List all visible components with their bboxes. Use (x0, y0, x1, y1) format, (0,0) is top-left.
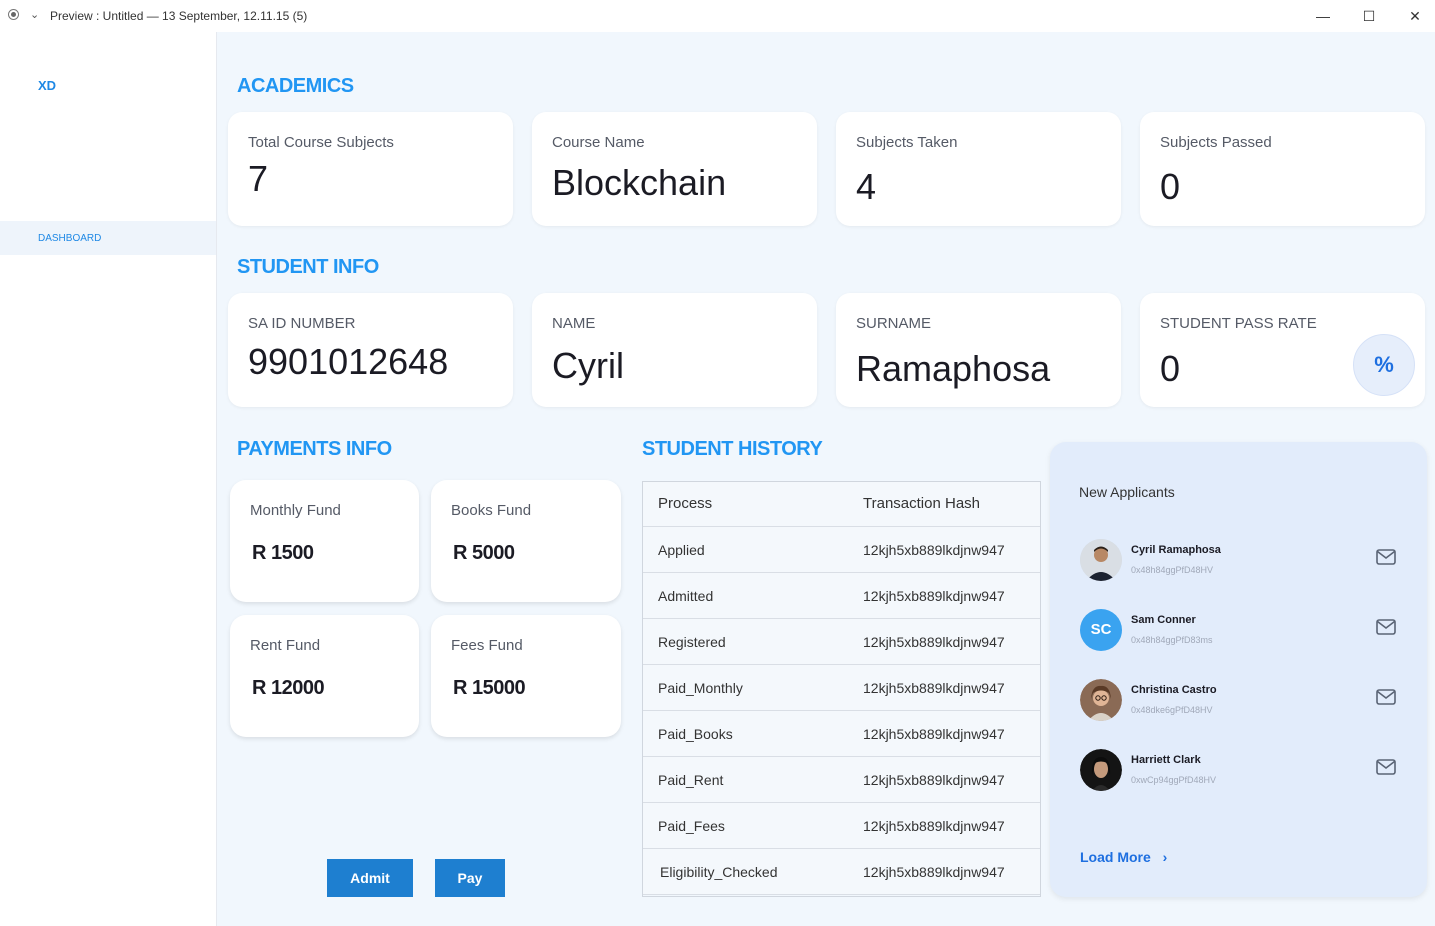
mail-icon[interactable] (1376, 689, 1396, 705)
total-subjects-card: Total Course Subjects 7 (228, 112, 513, 226)
pay-button[interactable]: Pay (435, 859, 505, 897)
sidebar-item-label: DASHBOARD (38, 233, 102, 244)
mail-icon[interactable] (1376, 759, 1396, 775)
monthly-fund-card: Monthly Fund R 1500 (230, 480, 419, 602)
logo[interactable]: XD (38, 78, 56, 93)
chevron-down-icon[interactable]: ⌄ (30, 8, 39, 21)
id-number-card: SA ID NUMBER 9901012648 (228, 293, 513, 407)
card-label: Subjects Taken (856, 134, 958, 151)
fees-fund-card: Fees Fund R 15000 (431, 615, 621, 737)
app-icon[interactable] (8, 9, 19, 20)
academics-title: ACADEMICS (237, 75, 354, 97)
history-title: STUDENT HISTORY (642, 438, 823, 460)
close-button[interactable]: ✕ (1404, 6, 1426, 26)
card-label: NAME (552, 315, 596, 332)
applicant-item[interactable]: Cyril Ramaphosa 0x48h84ggPfD48HV (1080, 539, 1400, 583)
applicant-hash: 0x48h84ggPfD83ms (1131, 635, 1213, 645)
history-table-border (642, 481, 1041, 897)
applicant-name: Christina Castro (1131, 684, 1217, 696)
sidebar: XD DASHBOARD (0, 32, 217, 926)
applicant-hash: 0xwCp94ggPfD48HV (1131, 775, 1217, 785)
mail-icon[interactable] (1376, 549, 1396, 565)
applicant-hash: 0x48dke6gPfD48HV (1131, 705, 1213, 715)
applicant-hash: 0x48h84ggPfD48HV (1131, 565, 1214, 575)
card-label: SURNAME (856, 315, 932, 332)
subjects-taken-card: Subjects Taken 4 (836, 112, 1121, 226)
course-name-card: Course Name Blockchain (532, 112, 817, 226)
card-value: R 1500 (252, 542, 314, 564)
window-titlebar: ⌄ Preview : Untitled — 13 September, 12.… (0, 0, 1435, 32)
applicant-name: Sam Conner (1131, 614, 1196, 626)
avatar (1080, 749, 1122, 791)
card-value: 4 (856, 166, 877, 207)
card-label: Monthly Fund (250, 502, 341, 519)
card-value: 9901012648 (248, 341, 449, 382)
name-card: NAME Cyril (532, 293, 817, 407)
payments-title: PAYMENTS INFO (237, 438, 392, 460)
card-label: Books Fund (451, 502, 532, 519)
mail-icon[interactable] (1376, 619, 1396, 635)
avatar-initials: SC (1080, 609, 1122, 651)
student-info-title: STUDENT INFO (237, 256, 379, 278)
applicants-title: New Applicants (1079, 484, 1175, 500)
card-value: Blockchain (552, 162, 727, 203)
card-value: Cyril (552, 345, 624, 386)
books-fund-card: Books Fund R 5000 (431, 480, 621, 602)
card-label: STUDENT PASS RATE (1160, 315, 1317, 332)
applicant-name: Harriett Clark (1131, 754, 1201, 766)
applicant-item[interactable]: Harriett Clark 0xwCp94ggPfD48HV (1080, 749, 1400, 793)
card-label: SA ID NUMBER (248, 315, 356, 332)
card-value: 7 (248, 158, 269, 199)
load-more-link[interactable]: Load More › (1080, 849, 1167, 865)
main-content: ACADEMICS Total Course Subjects 7 Course… (217, 32, 1435, 926)
maximize-button[interactable]: ☐ (1358, 6, 1380, 26)
card-value: Ramaphosa (856, 348, 1051, 389)
load-more-label: Load More (1080, 849, 1151, 865)
new-applicants-panel: New Applicants Cyril Ramaphosa 0x48h84gg… (1050, 442, 1427, 897)
card-label: Course Name (552, 134, 645, 151)
applicant-item[interactable]: SC Sam Conner 0x48h84ggPfD83ms (1080, 609, 1400, 653)
admit-button[interactable]: Admit (327, 859, 413, 897)
avatar (1080, 679, 1122, 721)
card-label: Subjects Passed (1160, 134, 1272, 151)
card-value: R 5000 (453, 542, 515, 564)
card-value: R 15000 (453, 677, 526, 699)
avatar (1080, 539, 1122, 581)
minimize-button[interactable]: — (1312, 6, 1334, 26)
card-value: 0 (1160, 166, 1181, 207)
card-label: Rent Fund (250, 637, 321, 654)
chevron-right-icon: › (1162, 849, 1168, 865)
applicant-name: Cyril Ramaphosa (1131, 544, 1221, 556)
subjects-passed-card: Subjects Passed 0 (1140, 112, 1425, 226)
card-label: Fees Fund (451, 637, 523, 654)
surname-card: SURNAME Ramaphosa (836, 293, 1121, 407)
percent-icon: % (1353, 334, 1415, 396)
card-value: R 12000 (252, 677, 325, 699)
card-value: 0 (1160, 348, 1181, 389)
sidebar-item-dashboard[interactable]: DASHBOARD (0, 221, 216, 255)
pass-rate-card: STUDENT PASS RATE 0 % (1140, 293, 1425, 407)
rent-fund-card: Rent Fund R 12000 (230, 615, 419, 737)
card-label: Total Course Subjects (248, 134, 394, 151)
applicant-item[interactable]: Christina Castro 0x48dke6gPfD48HV (1080, 679, 1400, 723)
window-title: Preview : Untitled — 13 September, 12.11… (50, 9, 308, 23)
